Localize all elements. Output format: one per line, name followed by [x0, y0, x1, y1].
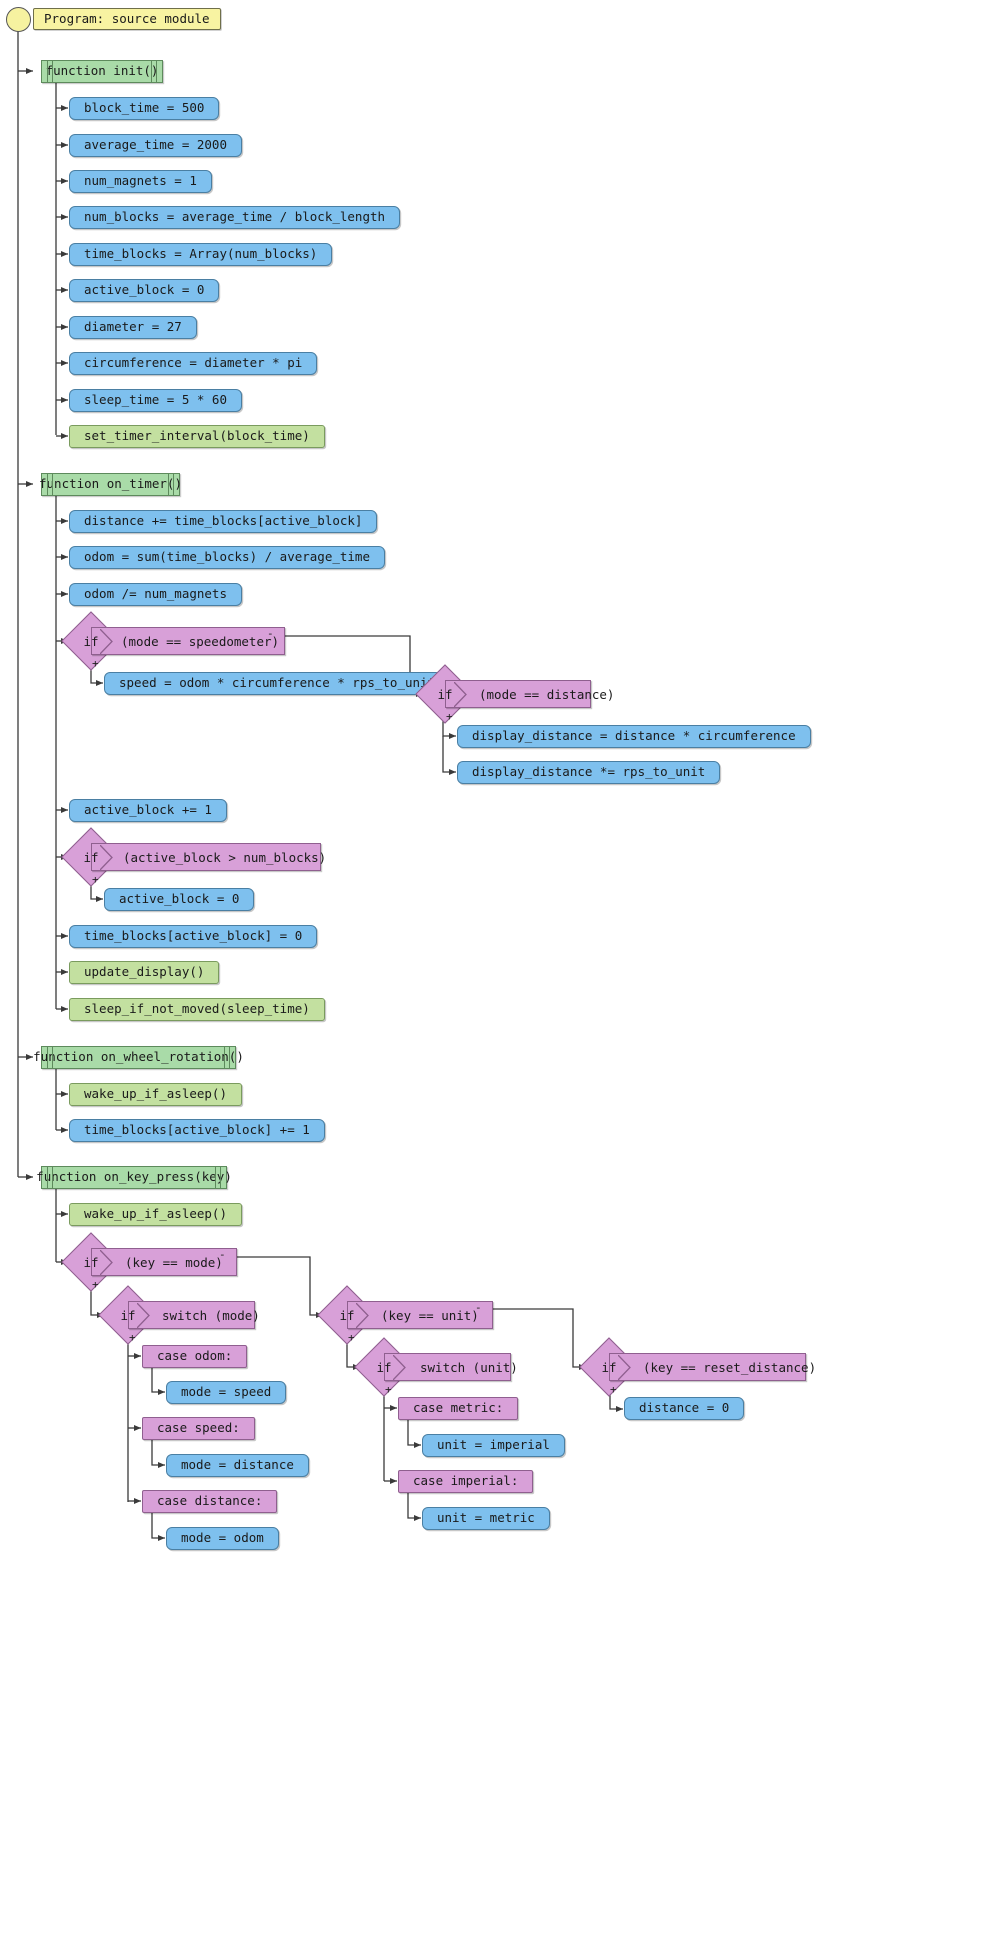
function-header-label: function on_key_press(key) — [36, 1169, 232, 1185]
statement-node[interactable]: time_blocks[active_block] = 0 — [69, 925, 318, 948]
function-header-init[interactable]: function init() — [41, 60, 163, 83]
function-header-on-wheel-rotation[interactable]: function on_wheel_rotation() — [33, 1046, 244, 1069]
branch-label-true: + — [92, 1278, 99, 1291]
statement-node[interactable]: unit = imperial — [422, 1434, 565, 1457]
if-keyword-label: if — [120, 1307, 136, 1323]
condition-label: (mode == speedometer) — [121, 633, 280, 649]
fn-bar-left-outer — [47, 1047, 48, 1068]
fn-bar-left-outer — [47, 474, 48, 495]
branch-label-true: + — [129, 1331, 136, 1344]
statement-node[interactable]: circumference = diameter * pi — [69, 352, 318, 375]
statement-node[interactable]: active_block += 1 — [69, 799, 227, 822]
condition-label: (key == reset_distance) — [643, 1359, 817, 1375]
call-node[interactable]: wake_up_if_asleep() — [69, 1083, 242, 1106]
condition-label: (active_block > num_blocks) — [123, 849, 327, 865]
branch-label-true: + — [446, 710, 453, 723]
branch-label-true: + — [385, 1383, 392, 1396]
fn-bar-right-inner — [224, 1047, 225, 1068]
statement-node[interactable]: num_blocks = average_time / block_length — [69, 206, 401, 229]
if-keyword-label: if — [601, 1359, 617, 1375]
statement-node[interactable]: display_distance *= rps_to_unit — [457, 761, 721, 784]
statement-node[interactable]: mode = odom — [166, 1527, 279, 1550]
statement-node[interactable]: diameter = 27 — [69, 316, 197, 339]
statement-node[interactable]: average_time = 2000 — [69, 134, 242, 157]
statement-node[interactable]: sleep_time = 5 * 60 — [69, 389, 242, 412]
statement-node[interactable]: display_distance = distance * circumfere… — [457, 725, 811, 748]
if-keyword-label: if — [376, 1359, 392, 1375]
condition-label: switch (unit) — [420, 1359, 518, 1375]
statement-node[interactable]: time_blocks = Array(num_blocks) — [69, 243, 333, 266]
call-node[interactable]: sleep_if_not_moved(sleep_time) — [69, 998, 325, 1021]
condition-label: (key == unit) — [381, 1307, 479, 1323]
fn-bar-left-inner — [52, 1047, 53, 1068]
condition-label: (key == mode) — [125, 1254, 223, 1270]
if-keyword-label: if — [437, 686, 453, 702]
function-header-on-key-press[interactable]: function on_key_press(key) — [36, 1166, 232, 1189]
if-keyword-label: if — [83, 633, 99, 649]
statement-node[interactable]: distance = 0 — [624, 1397, 745, 1420]
branch-label-true: + — [348, 1331, 355, 1344]
function-header-label: function on_timer() — [39, 476, 182, 492]
call-node[interactable]: set_timer_interval(block_time) — [69, 425, 325, 448]
case-node[interactable]: case distance: — [142, 1490, 278, 1513]
fn-bar-left-inner — [52, 61, 53, 82]
function-header-label: function on_wheel_rotation() — [33, 1049, 244, 1065]
function-header-on-timer[interactable]: function on_timer() — [39, 473, 182, 496]
if-keyword-label: if — [83, 849, 99, 865]
statement-node[interactable]: active_block = 0 — [69, 279, 220, 302]
fn-bar-right-inner — [151, 61, 152, 82]
statement-node[interactable]: mode = speed — [166, 1381, 287, 1404]
fn-bar-right-outer — [220, 1167, 221, 1188]
fn-bar-right-outer — [229, 1047, 230, 1068]
fn-bar-right-outer — [173, 474, 174, 495]
case-node[interactable]: case speed: — [142, 1417, 255, 1440]
flowchart-canvas: Program: source module function init() b… — [0, 0, 1003, 1955]
fn-bar-left-outer — [47, 61, 48, 82]
statement-node[interactable]: odom /= num_magnets — [69, 583, 242, 606]
statement-node[interactable]: block_time = 500 — [69, 97, 220, 120]
function-header-label: function init() — [45, 63, 159, 79]
branch-label-true: + — [92, 873, 99, 886]
fn-bar-left-outer — [47, 1167, 48, 1188]
call-node[interactable]: update_display() — [69, 961, 220, 984]
statement-node[interactable]: num_magnets = 1 — [69, 170, 212, 193]
condition-label: (mode == distance) — [479, 686, 615, 702]
case-node[interactable]: case odom: — [142, 1345, 248, 1368]
fn-bar-right-outer — [156, 61, 157, 82]
statement-node[interactable]: odom = sum(time_blocks) / average_time — [69, 546, 385, 569]
fn-bar-left-inner — [52, 1167, 53, 1188]
call-node[interactable]: wake_up_if_asleep() — [69, 1203, 242, 1226]
case-node[interactable]: case imperial: — [398, 1470, 534, 1493]
statement-node[interactable]: unit = metric — [422, 1507, 550, 1530]
case-node[interactable]: case metric: — [398, 1397, 519, 1420]
condition-label: switch (mode) — [162, 1307, 260, 1323]
statement-node[interactable]: distance += time_blocks[active_block] — [69, 510, 378, 533]
if-keyword-label: if — [339, 1307, 355, 1323]
program-title-node: Program: source module — [33, 8, 221, 30]
fn-bar-left-inner — [52, 474, 53, 495]
fn-bar-right-inner — [215, 1167, 216, 1188]
statement-node[interactable]: mode = distance — [166, 1454, 309, 1477]
statement-node[interactable]: speed = odom * circumference * rps_to_un… — [104, 672, 451, 695]
statement-node[interactable]: time_blocks[active_block] += 1 — [69, 1119, 325, 1142]
fn-bar-right-inner — [168, 474, 169, 495]
start-terminal-circle — [6, 7, 31, 32]
if-keyword-label: if — [83, 1254, 99, 1270]
statement-node[interactable]: active_block = 0 — [104, 888, 255, 911]
branch-label-true: + — [610, 1383, 617, 1396]
branch-label-true: + — [92, 657, 99, 670]
